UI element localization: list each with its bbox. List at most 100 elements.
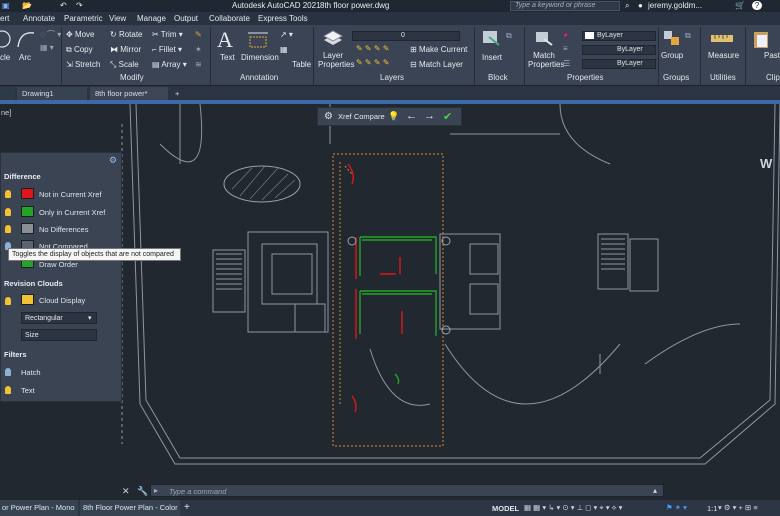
command-input[interactable]: Type a command bbox=[169, 487, 226, 496]
arc-label[interactable]: Arc bbox=[19, 53, 31, 62]
explode-icon[interactable]: ✶ bbox=[195, 45, 202, 54]
grid-icon[interactable]: ▦ ▦ ▾ ↳ ▾ ⊙ ▾ ⊥ ◻ ▾ ⌖ ▾ ⟡ ▾ bbox=[524, 503, 622, 513]
layer-tools-icon[interactable]: ✎ ✎ ✎ ✎ bbox=[356, 44, 389, 53]
hatch-filter-icon[interactable] bbox=[5, 368, 11, 376]
polygon-icon[interactable]: ◌ ⌒ ▾ bbox=[40, 29, 61, 40]
start-tab[interactable] bbox=[0, 87, 15, 100]
previous-change-icon[interactable]: ← bbox=[406, 110, 417, 122]
insert-icon[interactable] bbox=[481, 29, 501, 47]
close-icon[interactable]: ✕ bbox=[122, 486, 130, 497]
measure-label[interactable]: Measure bbox=[708, 51, 739, 60]
trim-button[interactable]: ✂ Trim ▾ bbox=[152, 30, 183, 39]
scale-value[interactable]: 1:1 bbox=[707, 504, 717, 513]
app-menu-icon[interactable]: ▣ bbox=[2, 1, 10, 10]
help-icon[interactable]: ? bbox=[752, 1, 762, 10]
command-line[interactable]: ▸ Type a command ▴ bbox=[150, 484, 664, 497]
table-label[interactable]: Table bbox=[292, 60, 311, 69]
tab-parametric[interactable]: Parametric bbox=[64, 14, 103, 23]
tab-collaborate[interactable]: Collaborate bbox=[209, 14, 250, 23]
tab-manage[interactable]: Manage bbox=[137, 14, 166, 23]
layers-panel-title[interactable]: Layers bbox=[380, 73, 404, 85]
copy-button[interactable]: ⧉ Copy bbox=[66, 45, 93, 55]
move-button[interactable]: ✥ Move bbox=[66, 30, 95, 39]
dimension-icon[interactable] bbox=[247, 30, 269, 50]
command-expand-icon[interactable]: ▴ bbox=[653, 486, 657, 495]
search-box[interactable]: Type a keyword or phrase bbox=[510, 1, 620, 11]
properties-panel-title[interactable]: Properties bbox=[567, 73, 603, 85]
ungroup-icon[interactable]: ⧉ bbox=[685, 31, 691, 41]
search-input[interactable]: Type a keyword or phrase bbox=[515, 2, 595, 9]
stretch-button[interactable]: ⇲ Stretch bbox=[66, 60, 100, 69]
cloud-display-swatch[interactable] bbox=[21, 294, 34, 305]
user-icon[interactable]: ● bbox=[638, 1, 643, 10]
leader-icon[interactable]: ↗ ▾ bbox=[280, 30, 293, 39]
layer-tools2-icon[interactable]: ✎ ✎ ✎ ✎ bbox=[356, 58, 389, 67]
fillet-button[interactable]: ⌐ Fillet ▾ bbox=[152, 45, 182, 54]
annotation-scale-icon[interactable]: ⚑ ✶ ▾ bbox=[666, 503, 687, 512]
text-icon[interactable]: A bbox=[217, 27, 233, 53]
only-in-current-xref-swatch[interactable] bbox=[21, 206, 34, 217]
user-name[interactable]: jeremy.goldm... bbox=[648, 1, 702, 10]
not-in-current-xref-swatch[interactable] bbox=[21, 188, 34, 199]
layout-tab-mono[interactable]: or Power Plan - Mono bbox=[0, 500, 78, 516]
groups-panel-title[interactable]: Groups bbox=[663, 73, 689, 85]
layer-dropdown[interactable]: 0 bbox=[352, 31, 460, 41]
redo-icon[interactable]: ↷ bbox=[76, 1, 83, 10]
hatch-filter-label[interactable]: Hatch bbox=[21, 368, 41, 377]
add-layout-icon[interactable]: + bbox=[184, 502, 190, 513]
scale-button[interactable]: ⤡ Scale bbox=[110, 60, 139, 70]
settings-gear-icon[interactable]: ⚙ bbox=[324, 111, 333, 122]
circle-icon[interactable] bbox=[0, 29, 14, 49]
tab-annotate[interactable]: Annotate bbox=[23, 14, 55, 23]
hatch-icon[interactable]: ▦ ▾ bbox=[40, 43, 54, 52]
bulb-icon[interactable] bbox=[5, 297, 11, 305]
workspace-gear-icon[interactable]: ▾ ⚙ ▾ + ⊞ ≡ bbox=[718, 503, 758, 512]
lineweight-dropdown[interactable]: ByLayer bbox=[582, 59, 656, 69]
measure-icon[interactable] bbox=[710, 33, 734, 45]
clipboard-panel-title[interactable]: Clipb bbox=[766, 73, 780, 85]
text-label[interactable]: Text bbox=[220, 53, 235, 62]
block-panel-title[interactable]: Block bbox=[488, 73, 508, 85]
wrench-icon[interactable]: 🔧 bbox=[137, 486, 148, 497]
viewcube-west-label[interactable]: W bbox=[760, 156, 772, 171]
quick-access-folder-icon[interactable]: 📂 bbox=[22, 1, 32, 10]
array-button[interactable]: ▤ Array ▾ bbox=[152, 60, 187, 69]
linetype-icon[interactable]: ≡ bbox=[563, 44, 568, 53]
group-label[interactable]: Group bbox=[661, 51, 683, 60]
tab-insert[interactable]: ert bbox=[0, 14, 9, 23]
dimension-label[interactable]: Dimension bbox=[241, 53, 279, 62]
table-icon[interactable]: ▦ bbox=[280, 45, 288, 54]
block-edit-icon[interactable]: ⧉ bbox=[506, 31, 512, 41]
model-space-button[interactable]: MODEL bbox=[492, 504, 519, 513]
match-properties-label[interactable]: Match Properties bbox=[528, 51, 564, 69]
cloud-shape-dropdown[interactable]: Rectangular ▾ bbox=[21, 312, 97, 324]
cloud-size-field[interactable]: Size bbox=[21, 329, 97, 341]
match-properties-icon[interactable] bbox=[534, 29, 554, 47]
arc-icon[interactable] bbox=[16, 29, 36, 49]
bulb-icon[interactable] bbox=[5, 208, 11, 216]
make-current-button[interactable]: ⊞ Make Current bbox=[410, 45, 467, 54]
paste-icon[interactable] bbox=[752, 29, 770, 49]
utilities-panel-title[interactable]: Utilities bbox=[710, 73, 736, 85]
layout-tab-color[interactable]: 8th Floor Power Plan - Color bbox=[80, 500, 180, 516]
file-tab-8th-floor-power[interactable]: 8th floor power* bbox=[90, 87, 168, 100]
tab-view[interactable]: View bbox=[109, 14, 126, 23]
group-icon[interactable] bbox=[662, 29, 682, 47]
offset-icon[interactable]: ≋ bbox=[195, 60, 202, 69]
rotate-button[interactable]: ↻ Rotate bbox=[110, 30, 143, 39]
text-filter-label[interactable]: Text bbox=[21, 386, 35, 395]
bulb-icon[interactable] bbox=[5, 190, 11, 198]
modify-panel-title[interactable]: Modify bbox=[120, 73, 144, 85]
paste-label[interactable]: Paste bbox=[764, 51, 780, 60]
palette-settings-icon[interactable]: ⚙ bbox=[109, 155, 117, 166]
bulb-icon[interactable] bbox=[5, 225, 11, 233]
tab-express-tools[interactable]: Express Tools bbox=[258, 14, 308, 23]
bulb-icon[interactable]: 💡 bbox=[388, 111, 399, 122]
cart-icon[interactable]: 🛒 bbox=[735, 1, 745, 10]
color-wheel-icon[interactable]: ◕ bbox=[563, 30, 568, 39]
lineweight-icon[interactable]: ☰ bbox=[563, 59, 570, 68]
no-differences-swatch[interactable] bbox=[21, 223, 34, 234]
layer-properties-label[interactable]: Layer Properties bbox=[318, 51, 354, 69]
file-tab-drawing1[interactable]: Drawing1 bbox=[17, 87, 87, 100]
search-icon[interactable]: ⌕ bbox=[625, 1, 629, 11]
